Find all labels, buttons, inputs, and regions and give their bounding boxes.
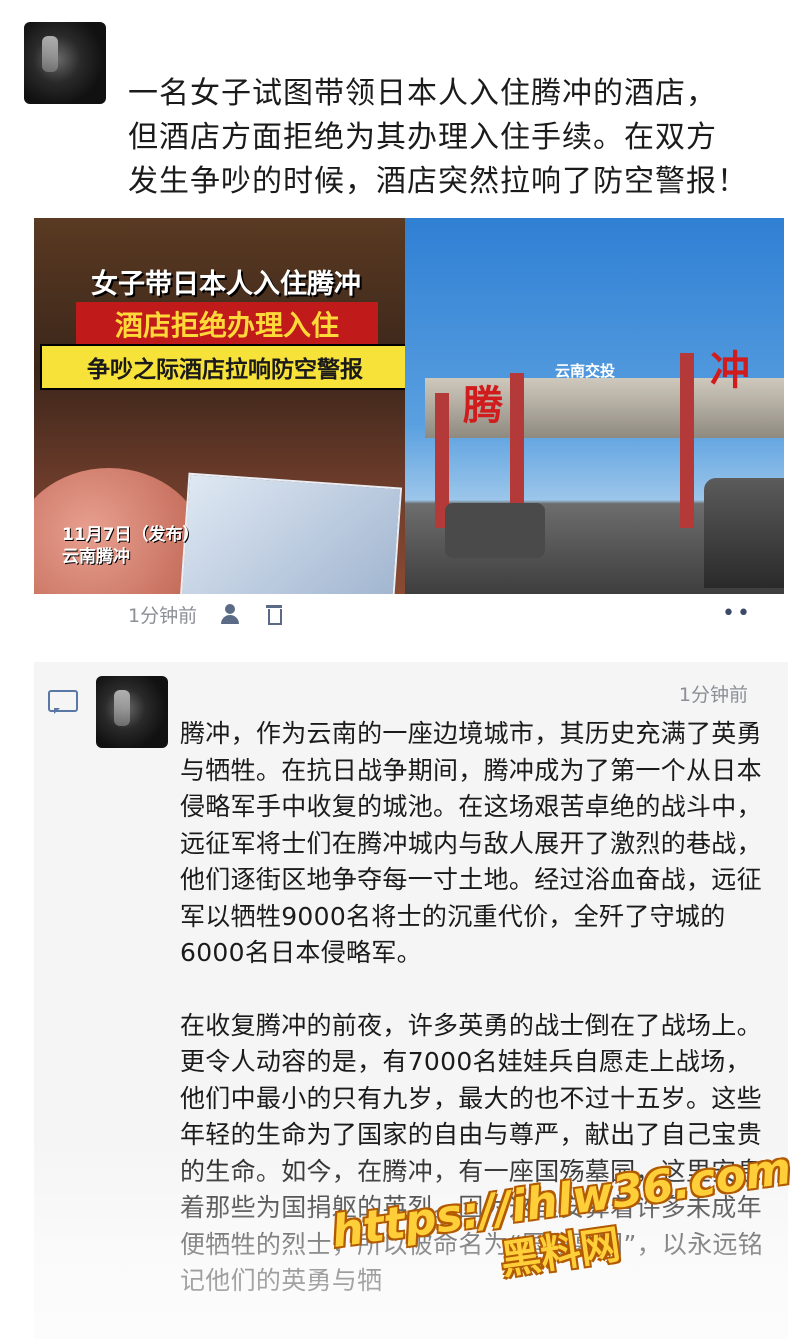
comment-time: 1分钟前	[678, 684, 748, 706]
person-icon[interactable]	[219, 603, 241, 625]
comment-paragraph: 腾冲，作为云南的一座边境城市，其历史充满了英勇与牺牲。在抗日战争期间，腾冲成为了…	[180, 719, 762, 967]
post-text: 一名女子试图带领日本人入住腾冲的酒店， 但酒店方面拒绝为其办理入住手续。在双方 …	[128, 72, 788, 204]
comment-avatar[interactable]	[96, 676, 168, 748]
post-text-line: 发生争吵的时候，酒店突然拉响了防空警报！	[128, 164, 748, 199]
image-date-caption: 11月7日（发布） 云南腾冲	[62, 524, 200, 568]
trash-icon[interactable]	[263, 603, 285, 625]
post-image-right[interactable]: 腾 冲 云南交投	[405, 218, 784, 594]
image-caption-3: 争吵之际酒店拉响防空警报	[40, 344, 405, 390]
image-document	[179, 472, 403, 594]
comment-icon[interactable]	[48, 690, 78, 714]
image-location: 云南腾冲	[62, 547, 130, 567]
image-car	[704, 478, 784, 588]
image-caption-2: 酒店拒绝办理入住	[76, 302, 378, 346]
image-car	[445, 503, 545, 558]
image-date: 11月7日（发布）	[62, 525, 200, 545]
image-gate-sign: 云南交投	[555, 362, 616, 380]
comment-paragraph: 在收复腾冲的前夜，许多英勇的战士倒在了战场上。更令人动容的是，有7000名娃娃兵…	[180, 1010, 764, 1296]
more-dots-icon[interactable]: ••	[722, 603, 752, 625]
image-caption-1: 女子带日本人入住腾冲	[91, 269, 361, 300]
post-avatar[interactable]	[24, 22, 106, 104]
image-gate-char-right: 冲	[710, 347, 750, 394]
image-gate-pillar	[680, 353, 694, 528]
post-time: 1分钟前	[128, 604, 198, 627]
image-gate-char-left: 腾	[463, 382, 503, 429]
post-meta-row: 1分钟前	[128, 598, 768, 630]
post-text-line: 一名女子试图带领日本人入住腾冲的酒店，	[128, 76, 717, 111]
post-text-line: 但酒店方面拒绝为其办理入住手续。在双方	[128, 120, 717, 155]
post-image-left[interactable]: 女子带日本人入住腾冲 酒店拒绝办理入住 争吵之际酒店拉响防空警报 11月7日（发…	[34, 218, 405, 594]
comment-text: 腾冲，作为云南的一座边境城市，其历史充满了英勇与牺牲。在抗日战争期间，腾冲成为了…	[180, 716, 766, 1336]
